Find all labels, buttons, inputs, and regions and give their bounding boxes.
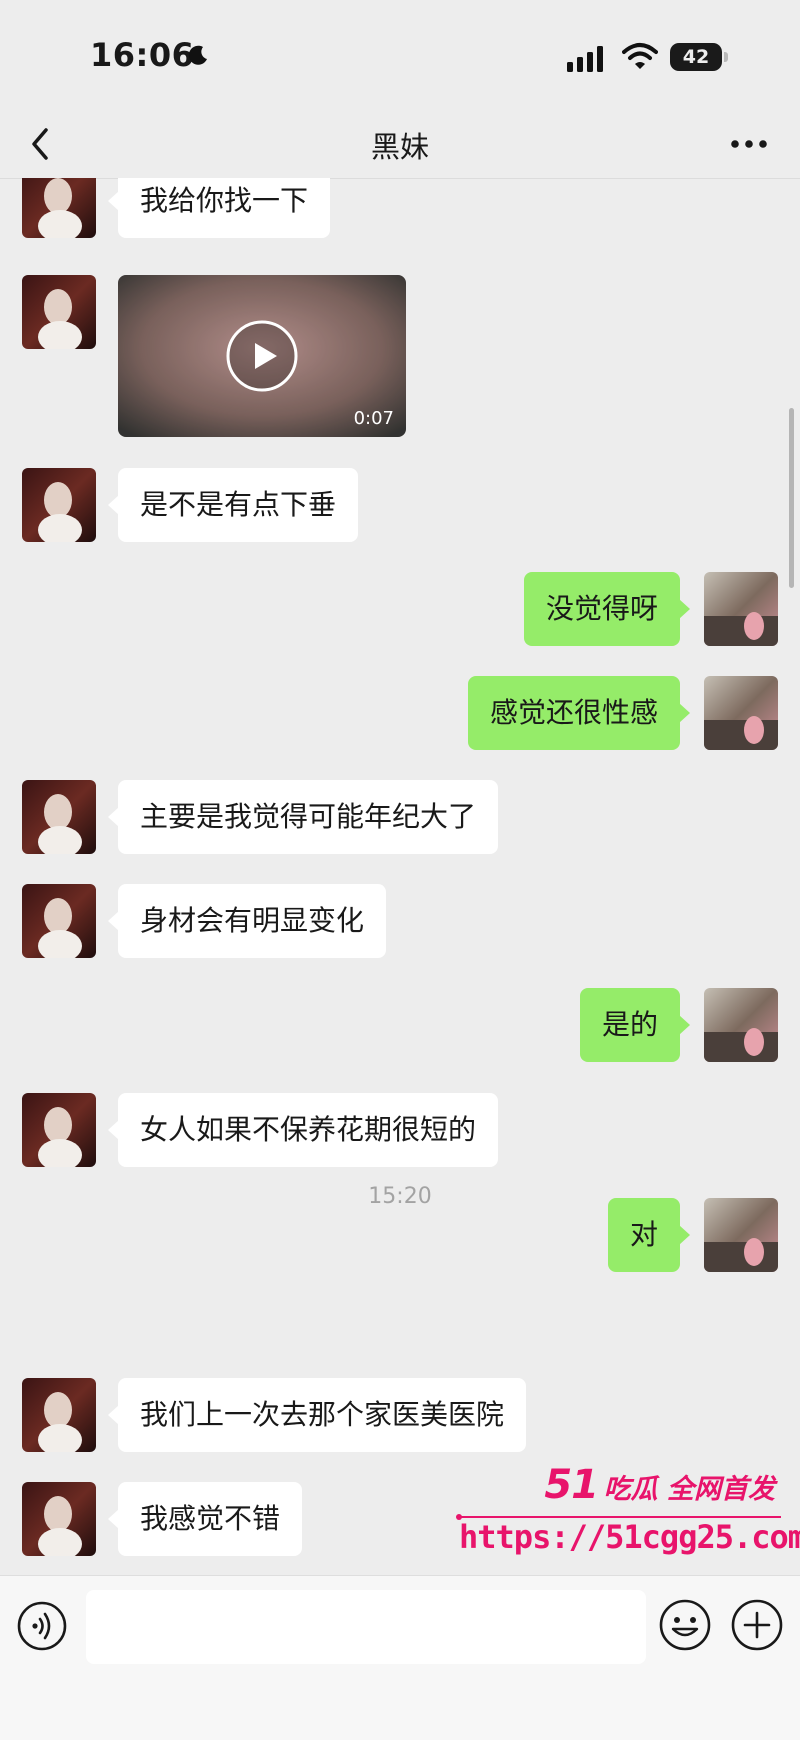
contact-avatar[interactable]: [22, 884, 96, 958]
input-bar: [0, 1575, 800, 1740]
emoji-icon[interactable]: [658, 1598, 712, 1652]
video-duration: 0:07: [353, 408, 394, 429]
contact-avatar[interactable]: [22, 178, 96, 238]
battery-cap: [724, 52, 728, 62]
message-bubble-incoming[interactable]: 我给你找一下: [107, 178, 331, 238]
contact-avatar[interactable]: [22, 275, 96, 349]
wifi-icon: [622, 43, 658, 69]
status-bar: 16:06 42: [0, 0, 800, 110]
more-dots-icon[interactable]: [730, 138, 768, 150]
message-bubble-incoming[interactable]: 我们上一次去那个家医美医院: [107, 1378, 527, 1452]
message-input[interactable]: [86, 1590, 646, 1664]
my-avatar[interactable]: [704, 676, 778, 750]
contact-avatar[interactable]: [22, 468, 96, 542]
contact-avatar[interactable]: [22, 780, 96, 854]
watermark-url: https://51cgg25.com: [459, 1518, 800, 1556]
battery-level: 42: [682, 46, 710, 68]
watermark-number: 51: [544, 1462, 599, 1508]
message-bubble-incoming[interactable]: 是不是有点下垂: [107, 468, 359, 542]
message-bubble-incoming[interactable]: 我感觉不错: [107, 1482, 303, 1556]
play-icon[interactable]: [225, 319, 299, 393]
contact-avatar[interactable]: [22, 1093, 96, 1167]
video-message[interactable]: 0:07: [118, 275, 406, 437]
message-bubble-outgoing[interactable]: 对: [607, 1198, 691, 1272]
my-avatar[interactable]: [704, 988, 778, 1062]
contact-avatar[interactable]: [22, 1378, 96, 1452]
message-list[interactable]: 我给你找一下 0:07 是不是有点下垂 没觉得呀 感觉还很性感 主要是我觉得可能…: [0, 178, 800, 1575]
message-bubble-incoming[interactable]: 主要是我觉得可能年纪大了: [107, 780, 499, 854]
message-bubble-outgoing[interactable]: 感觉还很性感: [467, 676, 691, 750]
message-bubble-incoming[interactable]: 身材会有明显变化: [107, 884, 387, 958]
signal-icon: [567, 46, 603, 72]
timestamp-divider: 15:20: [368, 1184, 432, 1209]
message-bubble-outgoing[interactable]: 是的: [579, 988, 691, 1062]
watermark-brand: 51 吃瓜 全网首发: [544, 1462, 775, 1508]
message-bubble-outgoing[interactable]: 没觉得呀: [523, 572, 691, 646]
plus-icon[interactable]: [730, 1598, 784, 1652]
watermark: 51 吃瓜 全网首发 https://51cgg25.com: [455, 1462, 800, 1572]
scrollbar[interactable]: [789, 408, 794, 588]
voice-icon[interactable]: [16, 1600, 68, 1652]
contact-avatar[interactable]: [22, 1482, 96, 1556]
my-avatar[interactable]: [704, 1198, 778, 1272]
battery-indicator: 42: [670, 43, 722, 71]
status-time: 16:06: [90, 36, 195, 74]
chat-header: 黑妹: [0, 110, 800, 179]
chat-title: 黑妹: [370, 130, 429, 164]
watermark-text: 吃瓜 全网首发: [603, 1474, 775, 1505]
message-bubble-incoming[interactable]: 女人如果不保养花期很短的: [107, 1093, 499, 1167]
moon-icon: [188, 45, 207, 65]
my-avatar[interactable]: [704, 572, 778, 646]
